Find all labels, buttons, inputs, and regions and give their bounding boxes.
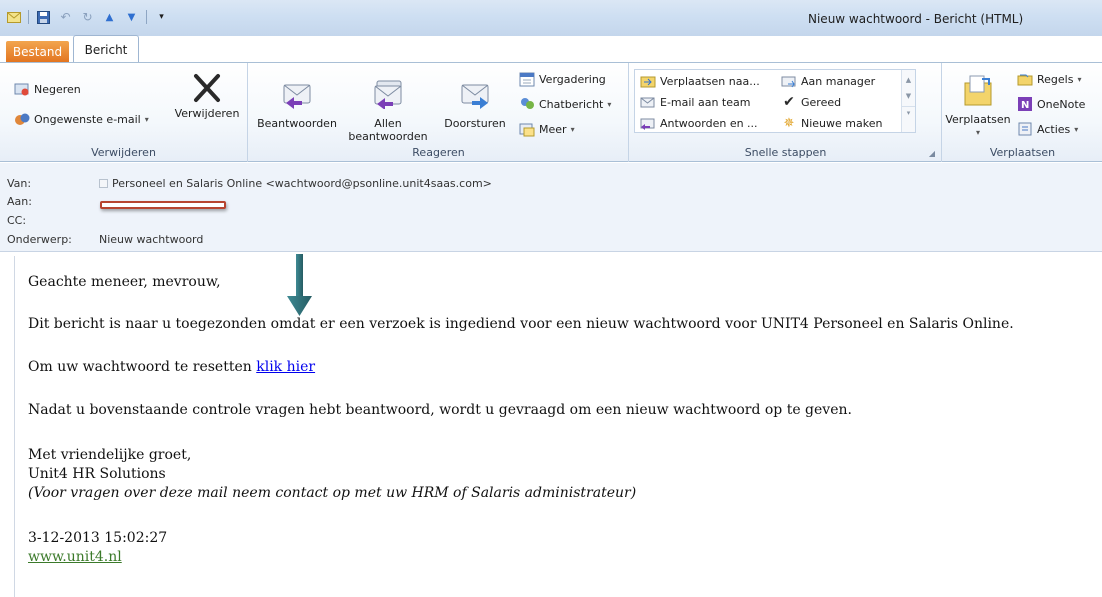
annotation-arrow-icon [287,254,312,316]
quick-steps-scrollbar[interactable]: ▲ ▼ ▾ [901,70,915,132]
chat-button[interactable]: Chatbericht ▾ [519,96,611,112]
svg-text:N: N [1021,100,1029,111]
message-body: Geachte meneer, mevrouw, Dit bericht is … [14,256,1102,597]
forward-icon [458,77,492,111]
quick-step-create-new[interactable]: ✵ Nieuwe maken [781,115,883,131]
actions-button[interactable]: Acties ▾ [1017,121,1078,137]
to-row: Aan: [7,195,32,208]
quick-step-done[interactable]: ✔ Gereed [781,94,841,110]
to-manager-icon [781,73,797,89]
onenote-icon: N [1017,96,1033,112]
quick-steps-gallery: Verplaatsen naa... Aan manager E-mail aa… [634,69,916,133]
cc-row: CC: [7,214,27,227]
window-title: Nieuw wachtwoord - Bericht (HTML) [808,12,1024,26]
reply-icon [280,77,314,111]
checkmark-icon: ✔ [783,94,795,110]
forward-button[interactable]: Doorsturen [439,77,511,130]
more-button[interactable]: Meer ▾ [519,121,575,137]
chat-icon [519,96,535,112]
delete-x-icon [192,73,222,103]
onenote-button[interactable]: N OneNote [1017,96,1085,112]
reset-link[interactable]: klik hier [256,359,315,375]
ribbon: Negeren Ongewenste e-mail ▾ Verwijderen … [0,62,1102,162]
message-header: Van: Personeel en Salaris Online <wachtw… [0,163,1102,252]
ignore-icon [14,81,30,97]
actions-icon [1017,121,1033,137]
note: (Voor vragen over deze mail neem contact… [28,485,637,501]
delete-group: Negeren Ongewenste e-mail ▾ Verwijderen … [0,63,248,162]
rules-button[interactable]: Regels ▾ [1017,71,1081,87]
customize-toolbar-icon[interactable]: ▾ [154,10,169,24]
dialog-launcher-icon[interactable]: ◢ [929,149,935,158]
title-bar: ↶ ↻ ▲ ▼ ▾ Nieuw wachtwoord - Bericht (HT… [0,0,1102,36]
meeting-button[interactable]: Vergadering [519,71,606,87]
from-row: Van: Personeel en Salaris Online <wachtw… [7,177,492,190]
quick-step-reply-delete[interactable]: Antwoorden en ... [640,115,758,131]
paragraph-1: Dit bericht is naar u toegezonden omdat … [28,316,1014,332]
undo-icon[interactable]: ↶ [58,10,73,24]
tab-message[interactable]: Bericht [73,35,139,63]
reply-all-button[interactable]: Allen beantwoorden [343,77,433,143]
junk-email-button[interactable]: Ongewenste e-mail ▾ [14,111,149,127]
reply-button[interactable]: Beantwoorden [257,77,337,130]
paragraph-3: Nadat u bovenstaande controle vragen heb… [28,402,852,418]
move-button[interactable]: Verplaatsen ▾ [945,73,1011,139]
company: Unit4 HR Solutions [28,466,166,482]
previous-item-icon[interactable]: ▲ [102,10,117,24]
quick-step-move-to[interactable]: Verplaatsen naa... [640,73,760,89]
tab-file[interactable]: Bestand [6,41,69,63]
quick-steps-group: Verplaatsen naa... Aan manager E-mail aa… [630,63,942,162]
delete-button[interactable]: Verwijderen [171,73,243,120]
ignore-button[interactable]: Negeren [14,81,81,97]
sender[interactable]: Personeel en Salaris Online <wachtwoord@… [112,177,492,190]
reply-all-icon [371,77,405,111]
team-email-icon [640,94,656,110]
more-icon [519,121,535,137]
rules-icon [1017,71,1033,87]
save-icon[interactable] [36,10,51,24]
paragraph-2: Om uw wachtwoord te resetten klik hier [28,359,316,375]
calendar-icon [519,71,535,87]
quick-step-team-email[interactable]: E-mail aan team [640,94,750,110]
dropdown-arrow-icon: ▾ [144,114,149,124]
respond-group: Beantwoorden Allen beantwoorden Doorstur… [249,63,629,162]
subject: Nieuw wachtwoord [99,233,204,246]
subject-row: Onderwerp: Nieuw wachtwoord [7,233,204,246]
move-folder-icon [640,73,656,89]
website-link[interactable]: www.unit4.nl [28,549,122,565]
move-folder-big-icon [961,73,995,107]
sender-presence-icon [99,179,108,188]
redaction-mark [100,201,226,209]
quick-access-toolbar: ↶ ↻ ▲ ▼ ▾ [6,10,169,24]
datetime: 3-12-2013 15:02:27 [28,530,168,546]
lightning-icon: ✵ [783,115,795,131]
quick-step-to-manager[interactable]: Aan manager [781,73,875,89]
redo-icon[interactable]: ↻ [80,10,95,24]
closing: Met vriendelijke groet, [28,447,192,463]
junk-icon [14,111,30,127]
reply-delete-icon [640,115,656,131]
ribbon-tabs: Bestand Bericht [6,35,139,63]
move-group: Verplaatsen ▾ Regels ▾ N OneNote Acties … [945,71,1086,160]
mail-icon [6,10,21,24]
greeting: Geachte meneer, mevrouw, [28,274,221,290]
next-item-icon[interactable]: ▼ [124,10,139,24]
